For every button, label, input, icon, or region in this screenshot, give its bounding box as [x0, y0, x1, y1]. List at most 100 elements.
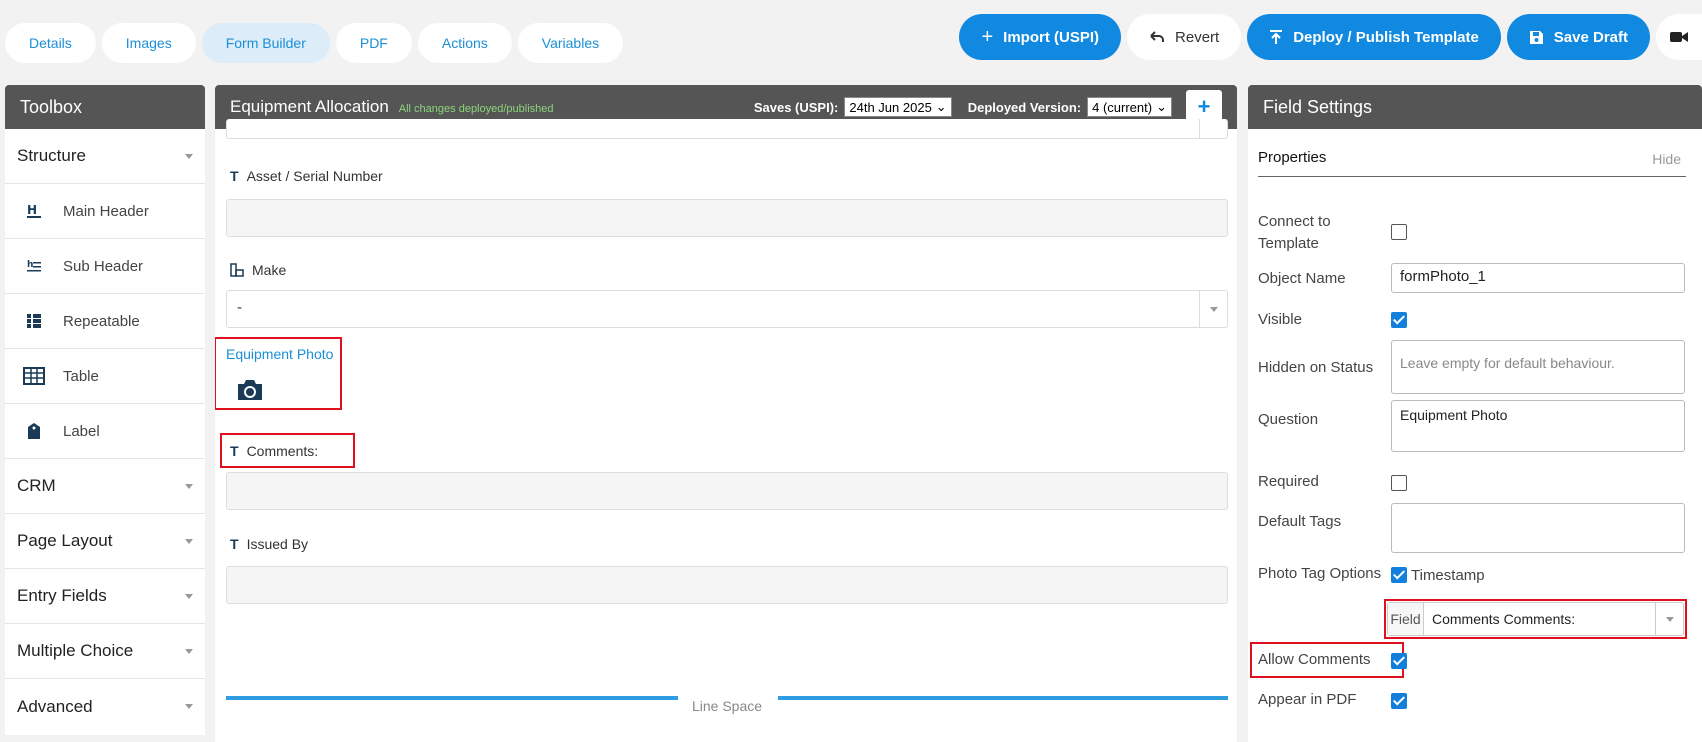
- dropdown-arrow: [1199, 291, 1227, 327]
- allow-comments-label: Allow Comments: [1258, 651, 1371, 668]
- video-button[interactable]: [1656, 14, 1702, 60]
- import-label: Import (USPI): [1003, 28, 1100, 46]
- hidden-status-input[interactable]: Leave empty for default behaviour.: [1391, 340, 1685, 394]
- deploy-label: Deploy / Publish Template: [1293, 28, 1479, 46]
- asset-serial-input[interactable]: [226, 199, 1228, 237]
- visible-checkbox[interactable]: [1391, 312, 1407, 328]
- appear-pdf-checkbox[interactable]: [1391, 693, 1407, 709]
- form-title: Equipment Allocation: [230, 97, 389, 116]
- revert-button[interactable]: Revert: [1127, 14, 1242, 60]
- default-tags-label: Default Tags: [1258, 513, 1342, 530]
- toolbox-section-page-layout[interactable]: Page Layout: [5, 514, 205, 569]
- deployed-label: Deployed Version:: [967, 99, 1082, 115]
- text-field-icon: T: [230, 168, 239, 184]
- dropdown-field-icon: [230, 263, 244, 277]
- saves-value: 24th Jun 2025: [849, 99, 932, 115]
- tab-images[interactable]: Images: [101, 23, 196, 63]
- make-label: Make: [230, 262, 286, 278]
- undo-icon: [1150, 31, 1165, 42]
- toolbox-item-table[interactable]: Table: [5, 349, 205, 404]
- tab-form-builder[interactable]: Form Builder: [201, 23, 330, 63]
- chevron-down-icon: [1665, 616, 1674, 622]
- deployed-version-select[interactable]: 4 (current) ⌄: [1087, 97, 1172, 117]
- form-canvas: Equipment Allocation All changes deploye…: [215, 85, 1237, 742]
- toolbox-item-main-header[interactable]: H Main Header: [5, 184, 205, 239]
- connect-template-checkbox[interactable]: [1391, 224, 1407, 240]
- equipment-photo-label: Equipment Photo: [226, 346, 333, 362]
- item-label: Label: [63, 422, 100, 440]
- question-label: Question: [1258, 411, 1319, 428]
- toolbox-section-crm[interactable]: CRM: [5, 459, 205, 514]
- allow-comments-checkbox[interactable]: [1391, 653, 1407, 669]
- section-label: Page Layout: [17, 531, 113, 550]
- label-text: Comments:: [246, 443, 319, 459]
- timestamp-label: Timestamp: [1411, 567, 1485, 584]
- toolbox-item-label[interactable]: Label: [5, 404, 205, 459]
- question-textarea[interactable]: Equipment Photo: [1391, 400, 1685, 452]
- chevron-down-icon: [1209, 306, 1218, 312]
- hidden-status-label: Hidden on Status: [1258, 359, 1374, 376]
- deployed-value: 4 (current): [1092, 99, 1153, 115]
- tab-pdf[interactable]: PDF: [335, 23, 412, 63]
- default-tags-textarea[interactable]: [1391, 503, 1685, 553]
- line-space-element[interactable]: Line Space: [226, 690, 1228, 720]
- sub-header-icon: h: [17, 258, 51, 274]
- label-text: Issued By: [246, 536, 309, 552]
- photo-tag-field-select[interactable]: Field Comments Comments:: [1387, 602, 1684, 636]
- toolbox-item-sub-header[interactable]: h Sub Header: [5, 239, 205, 294]
- save-draft-label: Save Draft: [1553, 28, 1628, 46]
- comments-label: T Comments:: [230, 443, 318, 459]
- text-field-icon: T: [230, 443, 239, 459]
- status-note: All changes deployed/published: [398, 103, 554, 115]
- toolbox-section-advanced[interactable]: Advanced: [5, 679, 205, 734]
- object-name-input[interactable]: formPhoto_1: [1391, 263, 1685, 293]
- issued-by-input[interactable]: [226, 566, 1228, 604]
- save-draft-button[interactable]: Save Draft: [1506, 14, 1650, 60]
- video-camera-icon: [1670, 32, 1688, 42]
- required-checkbox[interactable]: [1391, 475, 1407, 491]
- main-header-icon: H: [17, 203, 51, 219]
- field-settings-panel: Field Settings Properties Hide Connect t…: [1248, 85, 1702, 742]
- svg-text:h: h: [27, 260, 33, 270]
- photo-tag-options-label: Photo Tag Options: [1258, 565, 1382, 582]
- chevron-down-icon: [185, 483, 193, 489]
- section-label: Structure: [17, 146, 86, 165]
- saves-select[interactable]: 24th Jun 2025 ⌄: [844, 97, 952, 117]
- object-name-label: Object Name: [1258, 270, 1346, 287]
- import-button[interactable]: + Import (USPI): [959, 14, 1122, 60]
- toolbox-item-repeatable[interactable]: Repeatable: [5, 294, 205, 349]
- properties-tab-bar: Properties Hide: [1258, 143, 1686, 177]
- field-select-value: Comments Comments:: [1432, 611, 1576, 627]
- top-tabs: Details Images Form Builder PDF Actions …: [5, 23, 624, 63]
- chevron-down-icon: [185, 593, 193, 599]
- timestamp-checkbox[interactable]: [1391, 567, 1407, 583]
- text-field-icon: T: [230, 536, 239, 552]
- connect-template-label: Connect to Template: [1258, 213, 1331, 252]
- section-label: Multiple Choice: [17, 641, 134, 660]
- section-label: CRM: [17, 476, 56, 495]
- line-space-label: Line Space: [691, 698, 763, 714]
- item-label: Main Header: [63, 202, 149, 220]
- deploy-publish-button[interactable]: Deploy / Publish Template: [1247, 14, 1501, 60]
- make-value: -: [237, 299, 242, 316]
- comments-input[interactable]: [226, 472, 1228, 510]
- tab-variables[interactable]: Variables: [517, 23, 624, 63]
- tab-details[interactable]: Details: [5, 23, 96, 63]
- label-text: Equipment Photo: [226, 346, 334, 362]
- chevron-down-icon: ⌄: [1156, 99, 1167, 114]
- chevron-down-icon: [185, 704, 193, 709]
- label-text: Make: [252, 262, 287, 278]
- toolbox-section-entry-fields[interactable]: Entry Fields: [5, 569, 205, 624]
- properties-tab[interactable]: Properties: [1258, 149, 1326, 166]
- top-partial-field[interactable]: [226, 119, 1228, 139]
- toolbox-section-multiple-choice[interactable]: Multiple Choice: [5, 624, 205, 679]
- tab-actions[interactable]: Actions: [417, 23, 512, 63]
- hide-button[interactable]: Hide: [1652, 151, 1681, 167]
- toolbox-section-structure[interactable]: Structure: [5, 129, 205, 184]
- toolbox-title: Toolbox: [5, 85, 205, 129]
- revert-label: Revert: [1175, 28, 1220, 46]
- make-select[interactable]: -: [226, 290, 1228, 328]
- asset-serial-label: T Asset / Serial Number: [230, 168, 383, 184]
- dropdown-arrow: [1199, 119, 1227, 138]
- camera-icon[interactable]: [236, 378, 264, 402]
